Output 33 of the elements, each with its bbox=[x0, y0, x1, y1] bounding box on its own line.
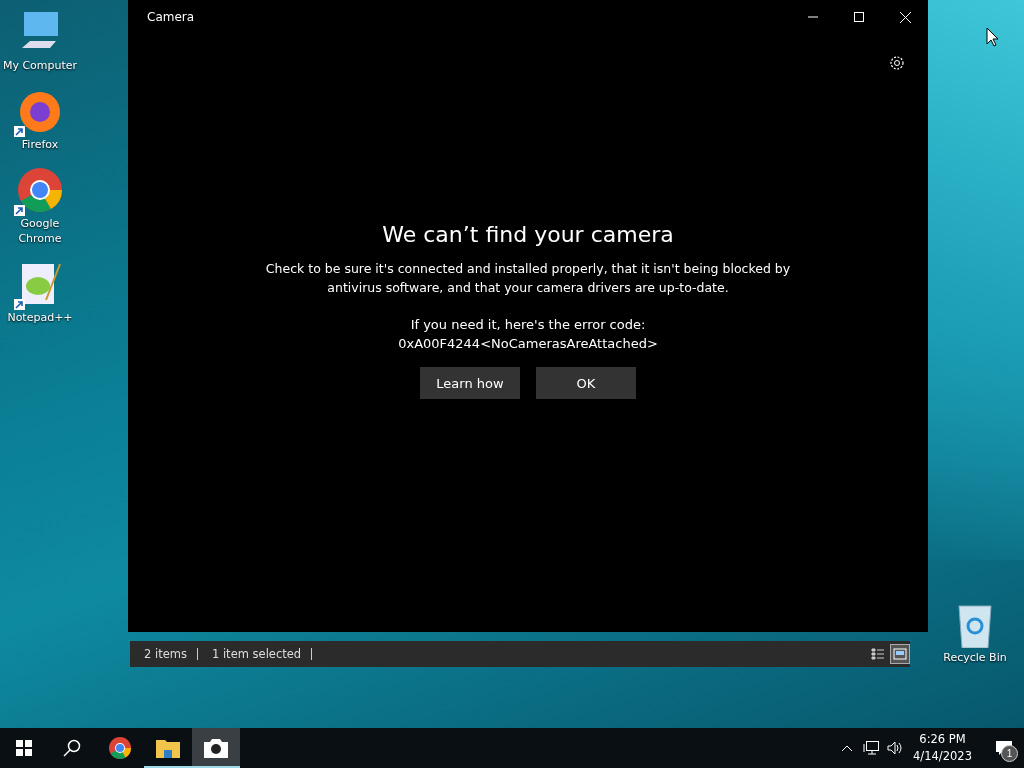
close-icon bbox=[899, 11, 911, 23]
chrome-icon bbox=[16, 166, 64, 214]
chrome-icon bbox=[108, 736, 132, 760]
clock-time[interactable]: 6:26 PM bbox=[919, 731, 966, 748]
settings-icon[interactable] bbox=[888, 54, 906, 72]
error-code-text: If you need it, here's the error code: 0xA00F4244<NoCamerasAreAttached> bbox=[398, 316, 658, 353]
window-title: Camera bbox=[147, 10, 196, 24]
desktop-icon-label[interactable]: Firefox bbox=[0, 137, 80, 152]
status-text: 1 item selected bbox=[210, 647, 303, 661]
desktop-icon-label[interactable]: Notepad++ bbox=[0, 310, 80, 325]
error-message: Check to be sure it's connected and installed properly, that it isn't being blocked by antivirus software, and that your camera drivers are up-to-date. bbox=[264, 260, 792, 297]
network-icon[interactable] bbox=[863, 741, 880, 755]
desktop-icon-label[interactable]: Recycle Bin bbox=[935, 650, 1015, 665]
chevron-up-icon[interactable] bbox=[841, 744, 854, 752]
large-icons-view-button[interactable] bbox=[890, 644, 910, 664]
maximize-icon bbox=[854, 12, 864, 22]
notification-count: 1 bbox=[1001, 745, 1018, 762]
desktop-icon-label[interactable]: My Computer bbox=[0, 58, 80, 73]
status-text: 2 items bbox=[143, 647, 188, 661]
error-heading: We can’t find your camera bbox=[382, 222, 674, 247]
windows-logo-icon bbox=[16, 740, 32, 756]
clock-date[interactable]: 4/14/2023 bbox=[913, 748, 972, 765]
action-center-button[interactable]: 1 bbox=[984, 728, 1024, 768]
speaker-icon[interactable] bbox=[887, 741, 904, 755]
camera-icon bbox=[204, 738, 228, 758]
desktop-icon-label[interactable]: Google Chrome bbox=[0, 216, 80, 246]
search-icon bbox=[63, 739, 81, 757]
recycle-bin-icon bbox=[955, 602, 995, 648]
dialog-button[interactable]: OK bbox=[536, 367, 636, 399]
folder-icon bbox=[156, 738, 180, 758]
taskbar-app-button[interactable] bbox=[192, 728, 240, 768]
dialog-button[interactable]: Learn how bbox=[420, 367, 520, 399]
mouse-cursor-icon bbox=[986, 27, 998, 47]
